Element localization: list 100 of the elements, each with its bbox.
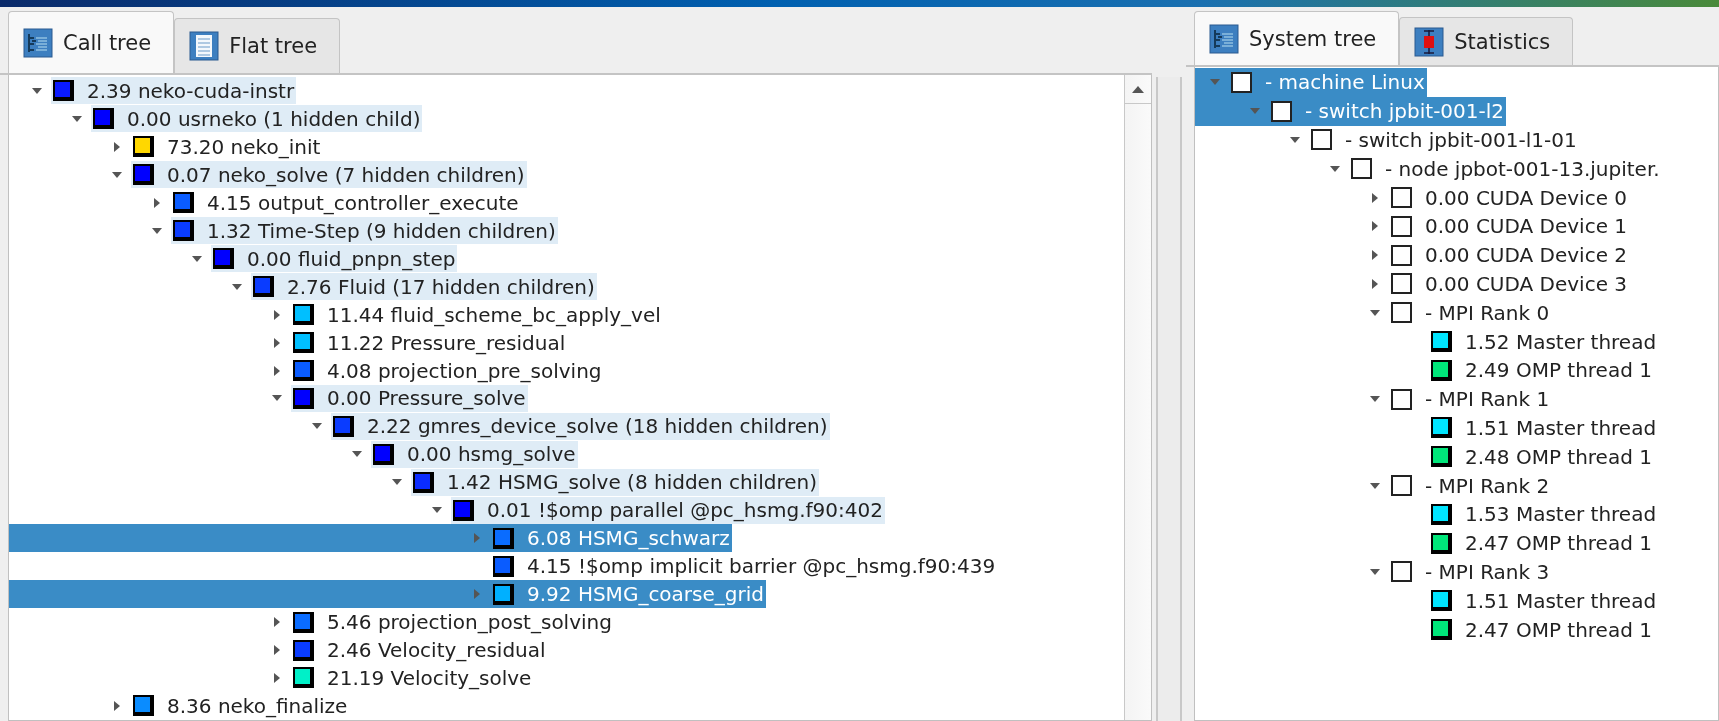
tree-row[interactable]: - MPI Rank 2 <box>1195 471 1552 500</box>
checkbox[interactable] <box>1391 215 1412 237</box>
tree-row[interactable]: 0.00 usrneko (1 hidden child) <box>9 104 423 133</box>
node-label: 2.48 OMP thread 1 <box>1465 444 1652 469</box>
tree-row[interactable]: 0.00 fluid_pnpn_step <box>9 244 458 273</box>
panel-tab[interactable]: Statistics <box>1399 17 1574 65</box>
panel-tab[interactable]: System tree <box>1194 11 1400 65</box>
node-label: - MPI Rank 3 <box>1425 559 1550 584</box>
tree-row[interactable]: 1.53 Master thread <box>1195 499 1659 529</box>
tree-row[interactable]: 2.48 OMP thread 1 <box>1195 442 1654 472</box>
tree-icon <box>1209 23 1239 54</box>
tree-row[interactable]: 1.51 Master thread <box>1195 586 1659 616</box>
node-label: 0.07 neko_solve (7 hidden children) <box>167 162 525 187</box>
node-label: 1.51 Master thread <box>1465 588 1657 613</box>
tree-row[interactable]: 8.36 neko_finalize <box>9 691 350 720</box>
checkbox[interactable] <box>1231 71 1252 93</box>
node-label: 6.08 HSMG_schwarz <box>527 526 730 551</box>
node-label: 2.46 Velocity_residual <box>327 638 546 663</box>
checkbox[interactable] <box>1391 561 1412 583</box>
tree-row[interactable]: 2.22 gmres_device_solve (18 hidden children) <box>9 412 830 441</box>
node-label: 1.51 Master thread <box>1465 415 1657 440</box>
list-icon <box>189 31 220 62</box>
node-label: 4.15 output_controller_execute <box>207 190 519 215</box>
tree-row[interactable]: 4.08 projection_pre_solving <box>9 356 604 385</box>
checkbox[interactable] <box>1391 273 1412 295</box>
tree-row[interactable]: - MPI Rank 3 <box>1195 557 1552 587</box>
tree-row[interactable]: 2.47 OMP thread 1 <box>1195 528 1654 558</box>
node-label: 21.19 Velocity_solve <box>327 666 532 690</box>
node-label: 0.00 CUDA Device 2 <box>1425 243 1628 268</box>
tree-row[interactable]: 0.00 CUDA Device 1 <box>1195 212 1630 241</box>
node-label: 2.22 gmres_device_solve (18 hidden children) <box>367 414 828 439</box>
tree-row[interactable]: - machine Linux <box>1195 68 1427 97</box>
checkbox[interactable] <box>1391 244 1412 266</box>
node-label: - machine Linux <box>1265 70 1425 95</box>
checkbox[interactable] <box>1391 475 1412 497</box>
tree-row[interactable]: 1.32 Time-Step (9 hidden children) <box>9 216 558 245</box>
tree-row[interactable]: 1.42 HSMG_solve (8 hidden children) <box>9 468 819 497</box>
checkbox[interactable] <box>1391 302 1412 324</box>
node-label: 0.00 CUDA Device 0 <box>1425 185 1628 210</box>
tree-row[interactable]: 0.07 neko_solve (7 hidden children) <box>9 160 527 189</box>
tree-row[interactable]: 0.01 !$omp parallel @pc_hsmg.f90:402 <box>9 496 885 525</box>
tree-row[interactable]: 21.19 Velocity_solve <box>9 664 534 692</box>
splitter-handle[interactable] <box>1156 77 1182 721</box>
node-label: 11.22 Pressure_residual <box>327 330 566 355</box>
node-label: 11.44 fluid_scheme_bc_apply_vel <box>327 302 661 327</box>
node-label: 2.39 neko-cuda-instr <box>87 78 295 103</box>
scrollbar[interactable] <box>1124 75 1151 720</box>
node-label: 2.76 Fluid (17 hidden children) <box>287 274 595 299</box>
tree-row[interactable]: 2.47 OMP thread 1 <box>1195 615 1654 644</box>
checkbox[interactable] <box>1351 158 1372 180</box>
tree-row[interactable]: 0.00 hsmg_solve <box>9 440 578 469</box>
tree-row[interactable]: - switch jpbit-001-l2 <box>1195 96 1506 126</box>
node-label: 5.46 projection_post_solving <box>327 610 612 635</box>
tree-row[interactable]: 5.46 projection_post_solving <box>9 608 614 637</box>
scroll-up-icon[interactable] <box>1132 85 1144 93</box>
node-label: 1.53 Master thread <box>1465 502 1657 527</box>
node-label: 0.00 CUDA Device 3 <box>1425 271 1628 296</box>
tree-row[interactable]: 2.46 Velocity_residual <box>9 636 548 664</box>
node-label: 8.36 neko_finalize <box>167 693 348 718</box>
node-label: 2.47 OMP thread 1 <box>1465 531 1652 556</box>
tree-row[interactable]: 11.44 fluid_scheme_bc_apply_vel <box>9 300 663 329</box>
tree-row[interactable]: 0.00 CUDA Device 0 <box>1195 183 1630 212</box>
tree-row[interactable]: 11.22 Pressure_residual <box>9 328 568 357</box>
tree-row[interactable]: 6.08 HSMG_schwarz <box>9 524 732 553</box>
node-label: - switch jpbit-001-l1-01 <box>1345 128 1577 152</box>
tree-row[interactable]: 0.00 CUDA Device 2 <box>1195 240 1630 270</box>
tree-row[interactable]: 2.76 Fluid (17 hidden children) <box>9 272 597 301</box>
checkbox[interactable] <box>1391 388 1412 410</box>
node-label: 1.52 Master thread <box>1465 329 1657 354</box>
tree-row[interactable]: 4.15 !$omp implicit barrier @pc_hsmg.f90:439 <box>9 552 998 581</box>
checkbox[interactable] <box>1271 100 1292 122</box>
checkbox[interactable] <box>1311 129 1332 151</box>
tree-row[interactable]: 0.00 Pressure_solve <box>9 384 528 413</box>
tree-row[interactable]: - MPI Rank 1 <box>1195 384 1552 414</box>
tree-row[interactable]: 2.39 neko-cuda-instr <box>9 77 297 105</box>
node-label: 0.00 usrneko (1 hidden child) <box>127 106 421 131</box>
tree-row[interactable]: 1.52 Master thread <box>1195 327 1659 356</box>
node-label: 0.00 hsmg_solve <box>407 442 576 467</box>
panel-tab[interactable]: Call tree <box>8 11 175 73</box>
tree-row[interactable]: - node jpbot-001-13.jupiter. <box>1195 154 1662 184</box>
node-label: 1.42 HSMG_solve (8 hidden children) <box>447 470 817 495</box>
node-label: - MPI Rank 2 <box>1425 473 1550 498</box>
node-label: 0.00 CUDA Device 1 <box>1425 214 1628 239</box>
node-label: 0.00 Pressure_solve <box>327 386 526 411</box>
checkbox[interactable] <box>1391 187 1412 209</box>
boxplot-icon <box>1414 26 1445 57</box>
tree-row[interactable]: - switch jpbit-001-l1-01 <box>1195 125 1579 155</box>
tree-row[interactable]: 73.20 neko_init <box>9 132 323 161</box>
tree-row[interactable]: 1.51 Master thread <box>1195 413 1659 443</box>
tree-row[interactable]: 9.92 HSMG_coarse_grid <box>9 580 766 609</box>
tree-row[interactable]: - MPI Rank 0 <box>1195 298 1552 328</box>
node-label: 2.49 OMP thread 1 <box>1465 358 1652 383</box>
tree-row[interactable]: 2.49 OMP thread 1 <box>1195 355 1654 385</box>
node-label: 0.00 fluid_pnpn_step <box>247 246 456 271</box>
node-label: 4.08 projection_pre_solving <box>327 358 602 383</box>
node-label: 73.20 neko_init <box>167 134 321 159</box>
tree-row[interactable]: 0.00 CUDA Device 3 <box>1195 269 1630 299</box>
panel-tab[interactable]: Flat tree <box>174 18 341 73</box>
tree-row[interactable]: 4.15 output_controller_execute <box>9 188 521 217</box>
node-label: 2.47 OMP thread 1 <box>1465 617 1652 642</box>
